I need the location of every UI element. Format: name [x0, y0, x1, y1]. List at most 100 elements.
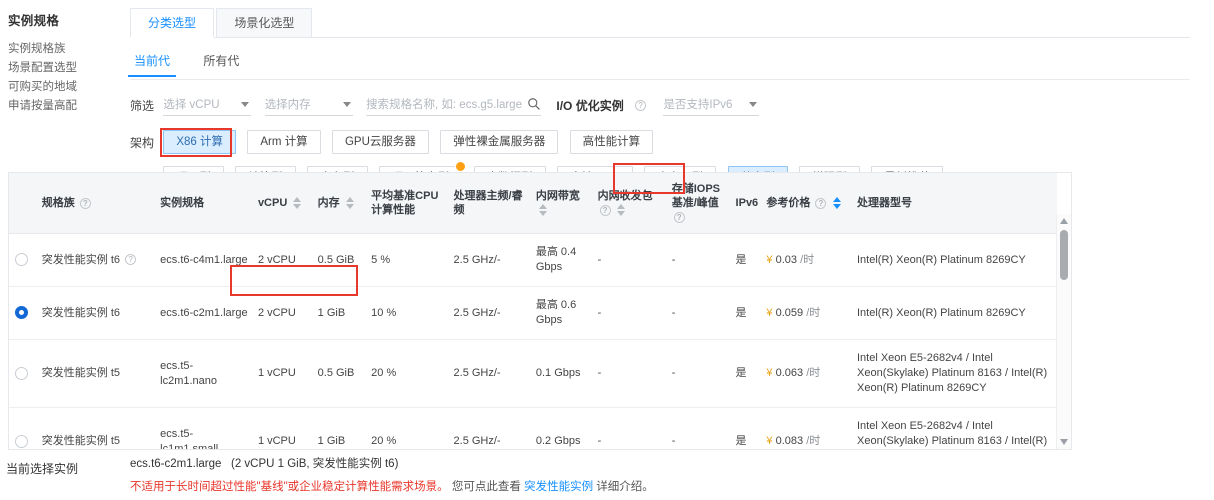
row-radio-cell[interactable]	[9, 407, 36, 449]
table-vertical-scrollbar[interactable]	[1056, 214, 1071, 449]
row-radio[interactable]	[15, 434, 28, 448]
sidebar-item-scenario-config[interactable]: 场景配置选型	[8, 59, 114, 78]
sidebar-item-apply-quota[interactable]: 申请按量高配	[8, 97, 114, 116]
cell-price: ¥ 0.059 /时	[760, 286, 851, 340]
sort-pps-icon[interactable]	[616, 204, 625, 217]
burstable-warning: 不适用于长时间超过性能"基线"或企业稳定计算性能需求场景。 您可点此查看 突发性…	[130, 478, 654, 496]
sort-memory-icon[interactable]	[345, 197, 354, 210]
subtab-current-gen[interactable]: 当前代	[127, 52, 177, 77]
cell-iops: -	[665, 407, 730, 449]
question-mark-icon[interactable]: ?	[125, 254, 137, 266]
sort-bandwidth-icon[interactable]	[538, 204, 547, 217]
cell-cpumodel: Intel(R) Xeon(R) Platinum 8269CY	[851, 233, 1057, 287]
price-unit: /时	[806, 435, 821, 447]
footer-body: ecs.t6-c2m1.large (2 vCPU 1 GiB, 突发性能实例 …	[130, 455, 654, 496]
selected-instance-summary: ecs.t6-c2m1.large (2 vCPU 1 GiB, 突发性能实例 …	[130, 455, 654, 473]
table-body: 突发性能实例 t6 ? ecs.t6-c4m1.large 2 vCPU 0.5…	[9, 233, 1057, 449]
warning-mid-text: 您可点此查看	[451, 481, 521, 493]
cell-vcpu: 2 vCPU	[251, 286, 312, 340]
price-value: 0.063	[775, 367, 804, 379]
row-radio-cell[interactable]	[9, 339, 36, 408]
chip-hpc[interactable]: 高性能计算	[569, 130, 654, 154]
col-spec-label: 实例规格	[160, 197, 205, 209]
row-radio[interactable]	[15, 366, 28, 380]
search-icon[interactable]	[527, 97, 541, 111]
cell-pps: -	[591, 407, 666, 449]
cell-memory: 0.5 GiB	[311, 233, 366, 287]
table-row[interactable]: 突发性能实例 t5 ecs.t5-lc1m1.small 1 vCPU 1 Gi…	[9, 407, 1057, 449]
col-family-label: 规格族	[41, 197, 75, 209]
question-mark-icon[interactable]: ?	[635, 99, 647, 111]
instance-spec-table: 规格族 ? 实例规格 vCPU 内存 平均基准CPU计算性能 处理器主频/睿频 …	[9, 173, 1057, 449]
cell-family: 突发性能实例 t6	[35, 286, 155, 340]
chip-gpu[interactable]: GPU云服务器	[331, 130, 429, 154]
row-radio-cell[interactable]	[9, 233, 36, 287]
price-unit: /时	[800, 253, 815, 266]
cell-iops: -	[665, 286, 730, 340]
col-memory: 内存	[311, 173, 366, 234]
cell-vcpu: 2 vCPU	[251, 233, 312, 287]
architecture-row: 架构 X86 计算 Arm 计算 GPU云服务器 弹性裸金属服务器 高性能计算	[130, 128, 1214, 157]
row-radio-selected[interactable]	[15, 306, 28, 320]
burstable-instance-link[interactable]: 突发性能实例	[524, 481, 593, 493]
cell-cpumodel: Intel Xeon E5-2682v4 / Intel Xeon(Skylak…	[851, 407, 1057, 449]
footer-label: 当前选择实例	[6, 462, 79, 476]
cell-family: 突发性能实例 t5	[35, 407, 155, 449]
sidebar-item-regions[interactable]: 可购买的地域	[8, 78, 114, 97]
tab-scenario-selection[interactable]: 场景化选型	[216, 8, 313, 37]
tab-category-selection[interactable]: 分类选型	[130, 8, 215, 37]
chip-arm[interactable]: Arm 计算	[247, 130, 321, 154]
warning-text: 不适用于长时间超过性能"基线"或企业稳定计算性能需求场景。	[130, 481, 449, 493]
cell-ipv6: 是	[729, 339, 761, 408]
table-row[interactable]: 突发性能实例 t5 ecs.t5-lc2m1.nano 1 vCPU 0.5 G…	[9, 339, 1057, 408]
cell-family: 突发性能实例 t6 ?	[35, 233, 155, 287]
cell-price: ¥ 0.083 /时	[760, 407, 851, 449]
question-mark-icon[interactable]: ?	[599, 204, 611, 216]
tabbar: 分类选型 场景化选型	[130, 8, 1190, 38]
scrollbar-thumb[interactable]	[1060, 230, 1068, 280]
price-value: 0.03	[775, 253, 798, 266]
cell-bandwidth: 0.2 Gbps	[529, 407, 592, 449]
vcpu-select-value: 选择 vCPU	[163, 99, 220, 111]
price-value: 0.083	[775, 435, 804, 447]
sidebar-item-instance-family[interactable]: 实例规格族	[8, 40, 114, 59]
subtab-all-gen[interactable]: 所有代	[199, 52, 243, 76]
cell-cpumodel: Intel Xeon E5-2682v4 / Intel Xeon(Skylak…	[851, 339, 1057, 408]
col-family: 规格族 ?	[35, 173, 155, 234]
row-radio[interactable]	[15, 253, 28, 267]
spec-search-input[interactable]: 搜索规格名称, 如: ecs.g5.large	[366, 94, 542, 116]
selected-instance-spec: ecs.t6-c2m1.large	[130, 458, 222, 470]
memory-select[interactable]: 选择内存	[264, 94, 353, 116]
col-spec: 实例规格	[154, 173, 252, 234]
cell-iops: -	[665, 233, 730, 287]
chip-x86[interactable]: X86 计算	[163, 130, 237, 154]
row-radio-cell[interactable]	[9, 286, 36, 340]
col-iops: 存储IOPS 基准/峰值 ?	[665, 173, 730, 234]
question-mark-icon[interactable]: ?	[673, 211, 685, 223]
col-pps: 内网收发包 ?	[591, 173, 666, 234]
question-mark-icon[interactable]: ?	[79, 197, 91, 209]
instance-spec-table-container: 规格族 ? 实例规格 vCPU 内存 平均基准CPU计算性能 处理器主频/睿频 …	[8, 172, 1072, 450]
cell-memory: 1 GiB	[311, 286, 366, 340]
cell-pps: -	[591, 286, 666, 340]
table-row[interactable]: 突发性能实例 t6 ? ecs.t6-c4m1.large 2 vCPU 0.5…	[9, 233, 1057, 287]
scroll-down-arrow-icon[interactable]	[1060, 439, 1068, 445]
sort-price-icon[interactable]	[832, 197, 841, 210]
table-header-row: 规格族 ? 实例规格 vCPU 内存 平均基准CPU计算性能 处理器主频/睿频 …	[9, 173, 1057, 234]
sort-vcpu-icon[interactable]	[293, 197, 302, 210]
vcpu-select[interactable]: 选择 vCPU	[163, 94, 252, 116]
col-pps-label: 内网收发包	[597, 190, 653, 202]
col-radio	[9, 173, 36, 234]
ipv6-select[interactable]: 是否支持IPv6	[663, 94, 760, 116]
table-row[interactable]: 突发性能实例 t6 ecs.t6-c2m1.large 2 vCPU 1 GiB…	[9, 286, 1057, 340]
cell-memory: 0.5 GiB	[311, 339, 366, 408]
cell-bandwidth: 最高 0.4 Gbps	[529, 233, 592, 287]
warning-post-text: 详细介绍。	[596, 481, 654, 493]
cell-pps: -	[591, 339, 666, 408]
col-bandwidth-label: 内网带宽	[535, 190, 580, 202]
question-mark-icon[interactable]: ?	[815, 197, 827, 209]
chip-bare-metal[interactable]: 弹性裸金属服务器	[440, 130, 559, 154]
cell-pps: -	[591, 233, 666, 287]
scroll-up-arrow-icon[interactable]	[1060, 218, 1068, 224]
sidebar-title: 实例规格	[8, 14, 60, 28]
